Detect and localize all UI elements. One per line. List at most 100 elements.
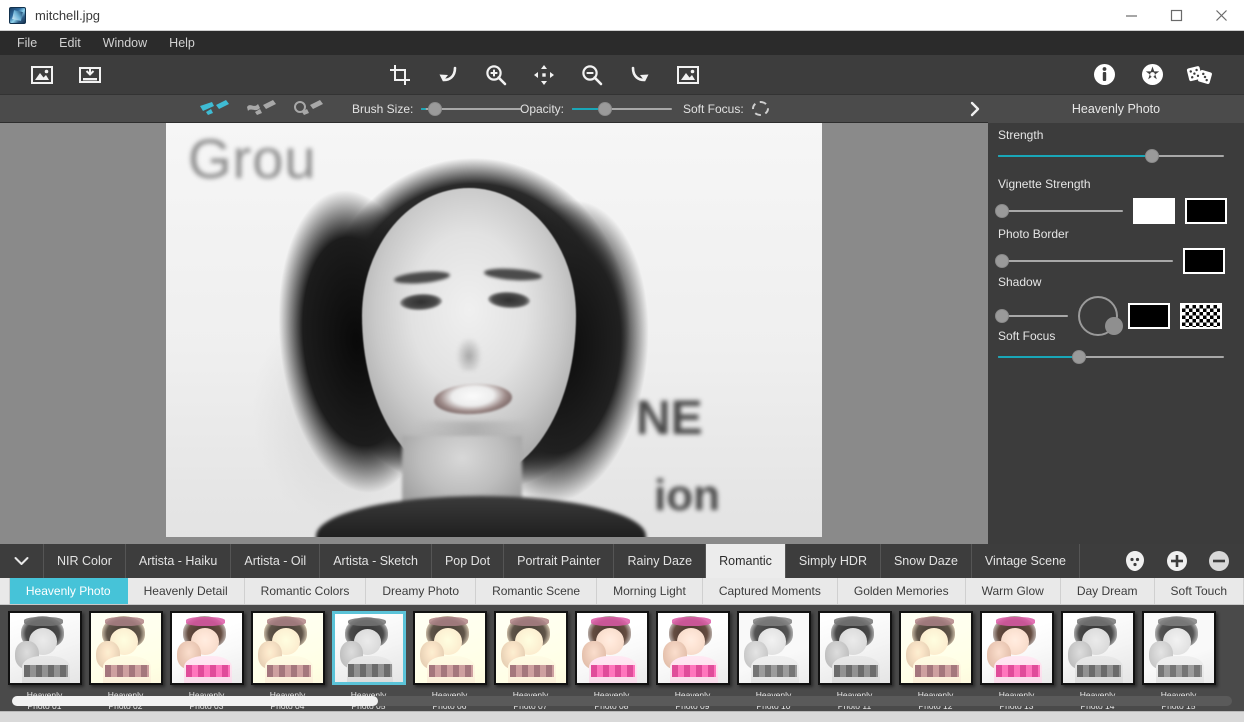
subtab-soft-touch[interactable]: Soft Touch xyxy=(1155,578,1244,604)
strength-slider[interactable] xyxy=(998,149,1224,163)
thumbnail-image[interactable] xyxy=(898,611,973,685)
thumbnail-image-selected[interactable] xyxy=(331,611,406,685)
photo-border-color-swatch[interactable] xyxy=(1183,248,1225,274)
subtab-spacer xyxy=(0,578,10,604)
window-controls xyxy=(1109,0,1244,31)
tab-portrait-painter[interactable]: Portrait Painter xyxy=(504,544,615,578)
menu-item-window[interactable]: Window xyxy=(92,34,158,53)
tab-rainy-daze[interactable]: Rainy Daze xyxy=(614,544,707,578)
opacity-label: Opacity: xyxy=(520,101,565,116)
tab-vintage-scene[interactable]: Vintage Scene xyxy=(972,544,1080,578)
filmstrip-scrollbar[interactable] xyxy=(12,696,1232,706)
subtab-heavenly-photo[interactable]: Heavenly Photo xyxy=(9,578,128,604)
thumbnail-image[interactable] xyxy=(736,611,811,685)
preset-filmstrip[interactable]: Heavenly Photo 01 Heavenly Photo 02 Heav… xyxy=(0,605,1244,722)
remove-icon[interactable] xyxy=(1208,550,1230,572)
thumbnail-image[interactable] xyxy=(88,611,163,685)
subtab-day-dream[interactable]: Day Dream xyxy=(1061,578,1155,604)
vignette-strength-slider[interactable] xyxy=(994,204,1123,218)
chevron-right-icon[interactable] xyxy=(962,95,988,123)
minimize-icon[interactable] xyxy=(1109,0,1154,31)
thumbnail-image[interactable] xyxy=(979,611,1054,685)
subtab-warm-glow[interactable]: Warm Glow xyxy=(966,578,1061,604)
tab-artista-sketch[interactable]: Artista - Sketch xyxy=(320,544,432,578)
vignette-color-swatch-black[interactable] xyxy=(1185,198,1227,224)
random-dice-icon[interactable] xyxy=(1176,55,1224,95)
thumbnail-image[interactable] xyxy=(412,611,487,685)
photo-preview[interactable]: Grou NE ion xyxy=(166,123,822,537)
tab-romantic[interactable]: Romantic xyxy=(706,544,786,578)
canvas-area[interactable]: Grou NE ion xyxy=(0,123,988,544)
undo-icon[interactable] xyxy=(424,55,472,95)
subtab-romantic-scene[interactable]: Romantic Scene xyxy=(476,578,598,604)
title-bar: mitchell.jpg xyxy=(0,0,1244,31)
thumbnail-image[interactable] xyxy=(1141,611,1216,685)
menu-item-edit[interactable]: Edit xyxy=(48,34,92,53)
shadow-slider[interactable] xyxy=(994,309,1068,323)
subtab-captured-moments[interactable]: Captured Moments xyxy=(703,578,838,604)
save-image-icon[interactable] xyxy=(66,55,114,95)
crop-icon[interactable] xyxy=(376,55,424,95)
opacity-slider[interactable] xyxy=(572,101,673,116)
soft-focus-panel-slider[interactable] xyxy=(998,350,1224,364)
slider-knob[interactable] xyxy=(994,204,1009,218)
menu-item-file[interactable]: File xyxy=(6,34,48,53)
brush-paint-icon[interactable] xyxy=(198,99,236,119)
soft-focus-ring-icon[interactable] xyxy=(751,101,769,116)
settings-icon[interactable] xyxy=(1128,55,1176,95)
thumbnail-image[interactable] xyxy=(250,611,325,685)
maximize-icon[interactable] xyxy=(1154,0,1199,31)
chevron-down-icon[interactable] xyxy=(0,544,44,578)
brush-size-control: Brush Size: xyxy=(352,101,522,116)
soft-focus-control: Soft Focus: xyxy=(683,101,769,116)
open-image-icon[interactable] xyxy=(18,55,66,95)
tab-artista-haiku[interactable]: Artista - Haiku xyxy=(126,544,232,578)
thumbnail-image[interactable] xyxy=(817,611,892,685)
shadow-color-swatch-transparent[interactable] xyxy=(1180,303,1222,329)
slider-knob[interactable] xyxy=(428,101,443,116)
brush-erase-icon[interactable] xyxy=(245,99,283,119)
brush-size-slider[interactable] xyxy=(421,101,522,116)
subtab-dreamy-photo[interactable]: Dreamy Photo xyxy=(366,578,477,604)
vignette-color-swatch-white[interactable] xyxy=(1133,198,1175,224)
fit-image-icon[interactable] xyxy=(664,55,712,95)
tab-simply-hdr[interactable]: Simply HDR xyxy=(786,544,881,578)
zoom-out-icon[interactable] xyxy=(568,55,616,95)
zoom-in-icon[interactable] xyxy=(472,55,520,95)
tab-artista-oil[interactable]: Artista - Oil xyxy=(231,544,321,578)
tab-nir-color[interactable]: NIR Color xyxy=(44,544,126,578)
face-detect-icon[interactable] xyxy=(1124,550,1146,572)
subtab-romantic-colors[interactable]: Romantic Colors xyxy=(245,578,367,604)
slider-knob[interactable] xyxy=(994,254,1009,268)
pan-move-icon[interactable] xyxy=(520,55,568,95)
close-icon[interactable] xyxy=(1199,0,1244,31)
photo-border-slider[interactable] xyxy=(994,254,1173,268)
menu-item-help[interactable]: Help xyxy=(158,34,206,53)
filmstrip-scrollbar-thumb[interactable] xyxy=(12,696,378,706)
thumbnail-image[interactable] xyxy=(169,611,244,685)
thumbnail-preview xyxy=(738,613,809,683)
category-tab-bar: NIR Color Artista - Haiku Artista - Oil … xyxy=(0,544,1244,578)
tab-snow-daze[interactable]: Snow Daze xyxy=(881,544,972,578)
workspace: Grou NE ion Strength xyxy=(0,123,1244,544)
subtab-golden-memories[interactable]: Golden Memories xyxy=(838,578,966,604)
slider-knob[interactable] xyxy=(994,309,1009,323)
shadow-color-swatch-black[interactable] xyxy=(1128,303,1170,329)
slider-knob[interactable] xyxy=(1144,149,1159,163)
subtab-heavenly-detail[interactable]: Heavenly Detail xyxy=(128,578,245,604)
thumbnail-image[interactable] xyxy=(574,611,649,685)
thumbnail-preview xyxy=(1143,613,1214,683)
slider-knob[interactable] xyxy=(598,101,613,116)
subtab-morning-light[interactable]: Morning Light xyxy=(597,578,703,604)
add-icon[interactable] xyxy=(1166,550,1188,572)
thumbnail-image[interactable] xyxy=(7,611,82,685)
brush-reset-icon[interactable] xyxy=(292,99,330,119)
thumbnail-image[interactable] xyxy=(1060,611,1135,685)
thumbnail-image[interactable] xyxy=(655,611,730,685)
redo-icon[interactable] xyxy=(616,55,664,95)
info-icon[interactable] xyxy=(1080,55,1128,95)
slider-knob[interactable] xyxy=(1072,350,1087,364)
slider-fill xyxy=(421,107,427,110)
thumbnail-image[interactable] xyxy=(493,611,568,685)
tab-pop-dot[interactable]: Pop Dot xyxy=(432,544,505,578)
